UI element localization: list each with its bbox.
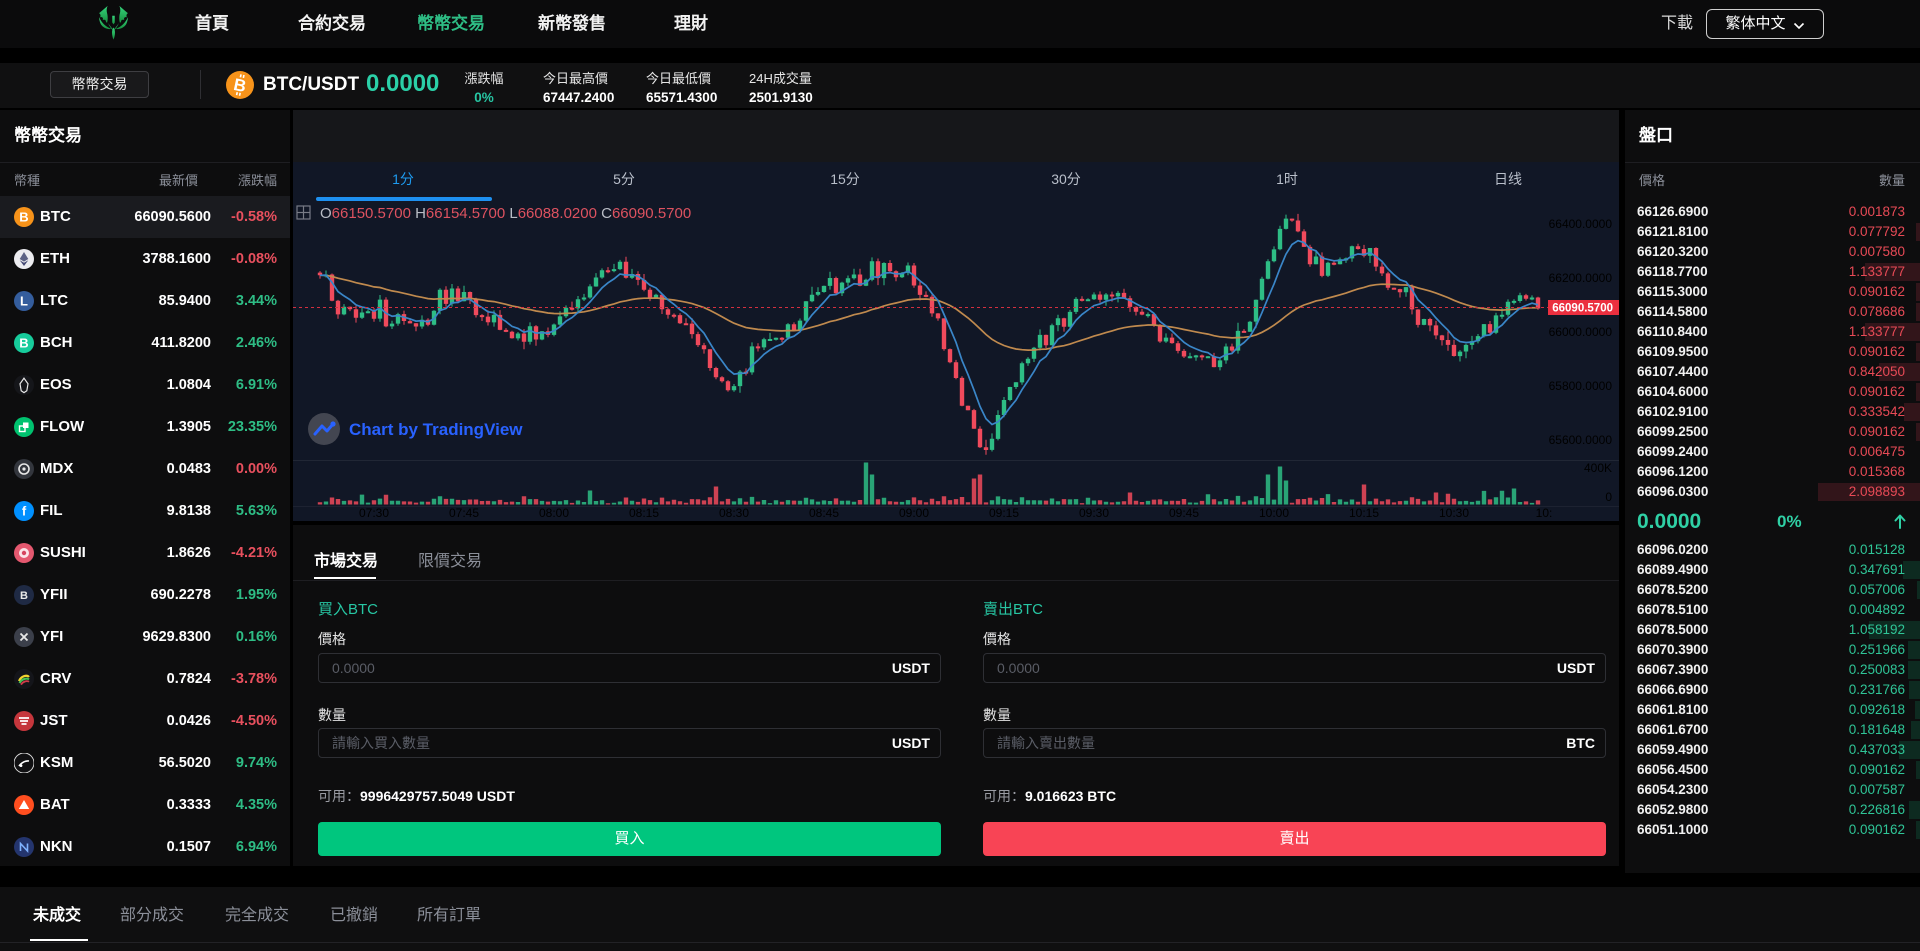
svg-text:B: B — [20, 590, 28, 602]
svg-text:400K: 400K — [1584, 461, 1612, 475]
svg-text:B: B — [19, 336, 28, 351]
svg-text:09:30: 09:30 — [1079, 506, 1109, 520]
svg-text:1分: 1分 — [392, 171, 414, 187]
svg-text:66000.0000: 66000.0000 — [1549, 325, 1613, 339]
svg-text:15分: 15分 — [830, 171, 860, 187]
svg-text:07:30: 07:30 — [359, 506, 389, 520]
svg-text:66200.0000: 66200.0000 — [1549, 271, 1613, 285]
svg-text:08:45: 08:45 — [809, 506, 839, 520]
svg-text:0: 0 — [1605, 490, 1612, 504]
svg-text:65800.0000: 65800.0000 — [1549, 379, 1613, 393]
svg-text:09:45: 09:45 — [1169, 506, 1199, 520]
svg-text:09:15: 09:15 — [989, 506, 1019, 520]
svg-text:B: B — [19, 210, 28, 225]
svg-text:30分: 30分 — [1051, 171, 1081, 187]
svg-text:08:30: 08:30 — [719, 506, 749, 520]
svg-text:10:15: 10:15 — [1349, 506, 1379, 520]
svg-text:10:30: 10:30 — [1439, 506, 1469, 520]
svg-text:f: f — [22, 504, 27, 519]
svg-text:O66150.5700 H66154.5700 L660: O66150.5700 H66154.5700 L66088.0200 C660… — [320, 205, 691, 222]
svg-text:L: L — [20, 294, 28, 309]
svg-text:Chart by TradingView: Chart by TradingView — [349, 420, 523, 439]
svg-text:66090.5700: 66090.5700 — [1552, 303, 1613, 315]
svg-text:5分: 5分 — [613, 171, 635, 187]
svg-text:日线: 日线 — [1494, 171, 1522, 187]
svg-text:09:00: 09:00 — [899, 506, 929, 520]
svg-text:07:45: 07:45 — [449, 506, 479, 520]
svg-text:08:00: 08:00 — [539, 506, 569, 520]
svg-text:1时: 1时 — [1276, 171, 1298, 187]
svg-text:10:: 10: — [1536, 506, 1553, 520]
svg-text:10:00: 10:00 — [1259, 506, 1289, 520]
svg-text:66400.0000: 66400.0000 — [1549, 217, 1613, 231]
svg-text:65600.0000: 65600.0000 — [1549, 433, 1613, 447]
svg-text:08:15: 08:15 — [629, 506, 659, 520]
